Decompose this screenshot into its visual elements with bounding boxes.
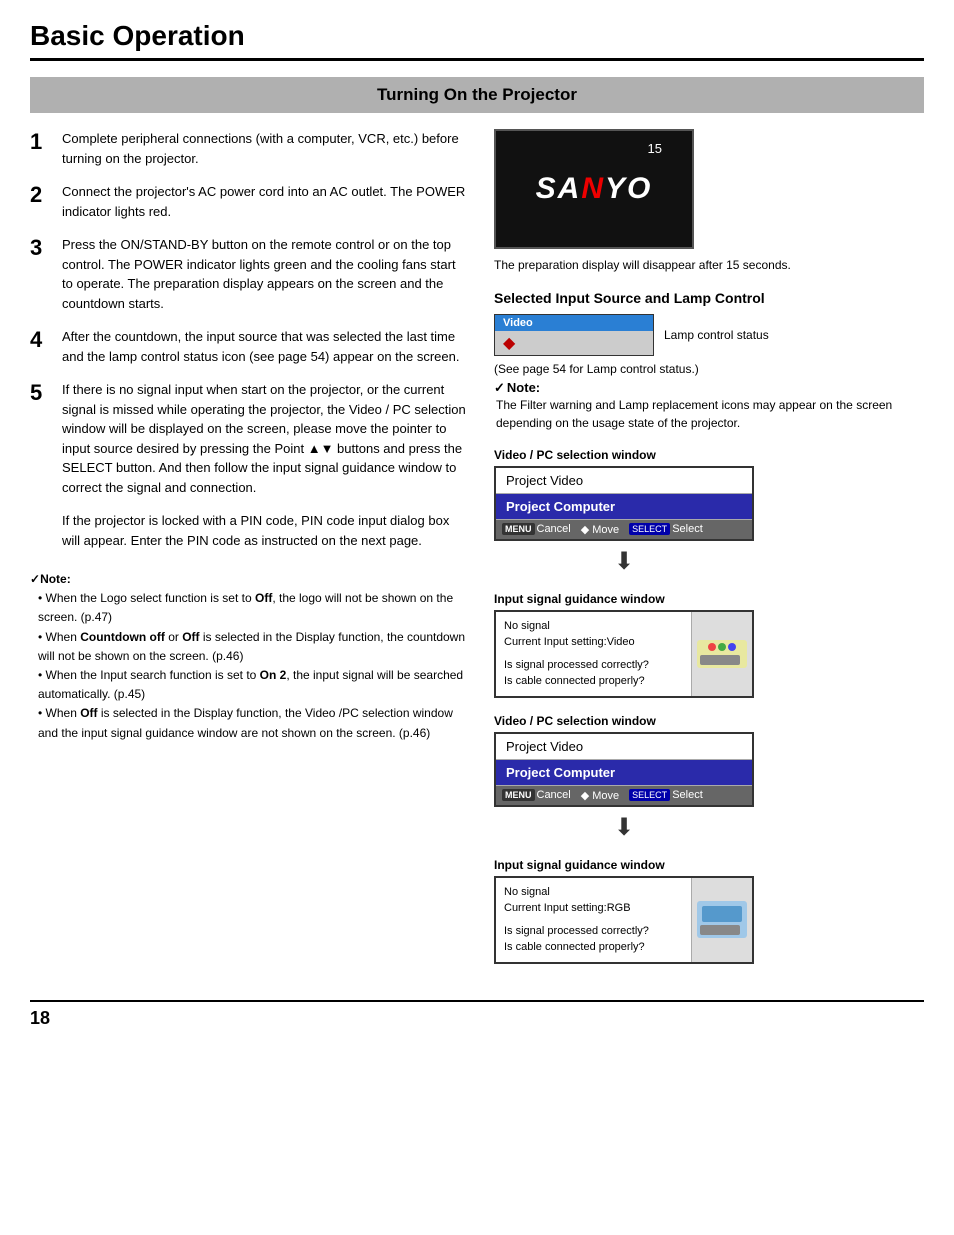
step-num-3: 3	[30, 235, 52, 261]
select-btn-2[interactable]: SELECTSelect	[629, 789, 703, 801]
sel-row-computer-1[interactable]: Project Computer	[496, 494, 752, 520]
step-num-2: 2	[30, 182, 52, 208]
selected-input-title: Selected Input Source and Lamp Control	[494, 290, 924, 306]
down-arrow-1: ⬇	[494, 547, 754, 576]
signal-line1-1: No signal	[504, 618, 683, 635]
down-arrow-2: ⬇	[494, 813, 754, 842]
lamp-control-box: Video ◆ Lamp control status	[494, 314, 924, 356]
vpc-section-1: Video / PC selection window Project Vide…	[494, 448, 924, 576]
select-btn-1[interactable]: SELECTSelect	[629, 523, 703, 535]
move-btn-2[interactable]: ◆ Move	[581, 789, 619, 802]
step-3: 3 Press the ON/STAND-BY button on the re…	[30, 235, 470, 313]
page-title: Basic Operation	[30, 20, 924, 61]
lamp-label: Lamp control status	[664, 328, 769, 342]
cancel-btn-2[interactable]: MENUCancel	[502, 789, 571, 801]
right-column: 15 SANYO The preparation display will di…	[494, 129, 924, 980]
step-text-1: Complete peripheral connections (with a …	[62, 129, 470, 168]
connector-icon-1	[697, 640, 747, 668]
step-text-5: If there is no signal input when start o…	[62, 380, 470, 497]
step-text-3: Press the ON/STAND-BY button on the remo…	[62, 235, 470, 313]
signal-label-2: Input signal guidance window	[494, 858, 924, 872]
step-num-4: 4	[30, 327, 52, 353]
left-column: 1 Complete peripheral connections (with …	[30, 129, 470, 980]
signal-label-1: Input signal guidance window	[494, 592, 924, 606]
page-number: 18	[30, 1000, 924, 1029]
note1-text: The Filter warning and Lamp replacement …	[496, 396, 924, 432]
guidance-left-2: No signal Current Input setting:RGB Is s…	[496, 878, 692, 962]
signal-line3-1: Is signal processed correctly?	[504, 657, 683, 674]
note-item-2: • When Countdown off or Off is selected …	[38, 628, 470, 666]
step-text-4: After the countdown, the input source th…	[62, 327, 470, 366]
menu-badge-1: MENU	[502, 523, 535, 535]
signal-line2-1: Current Input setting:Video	[504, 634, 683, 651]
sanyo-countdown: 15	[648, 141, 662, 156]
bottom-note-title: ✓Note:	[30, 570, 470, 589]
step-5: 5 If there is no signal input when start…	[30, 380, 470, 497]
signal-line3-2: Is signal processed correctly?	[504, 923, 683, 940]
step-num-1: 1	[30, 129, 52, 155]
connector-icon-2	[697, 901, 747, 938]
sanyo-display-section: 15 SANYO The preparation display will di…	[494, 129, 924, 274]
step-4: 4 After the countdown, the input source …	[30, 327, 470, 366]
video-label: Video	[495, 315, 653, 331]
step-1: 1 Complete peripheral connections (with …	[30, 129, 470, 168]
sanyo-caption: The preparation display will disappear a…	[494, 257, 924, 274]
guidance-right-1	[692, 612, 752, 696]
sel-row-video-1[interactable]: Project Video	[496, 468, 752, 494]
guidance-right-2	[692, 878, 752, 962]
note-item-1: • When the Logo select function is set t…	[38, 589, 470, 627]
sel-toolbar-1: MENUCancel ◆ Move SELECTSelect	[496, 520, 752, 539]
note-item-4: • When Off is selected in the Display fu…	[38, 704, 470, 742]
sel-row-video-2[interactable]: Project Video	[496, 734, 752, 760]
sanyo-logo: SANYO	[536, 172, 653, 206]
note-item-3: • When the Input search function is set …	[38, 666, 470, 704]
guidance-left-1: No signal Current Input setting:Video Is…	[496, 612, 692, 696]
vpc-label-2: Video / PC selection window	[494, 714, 924, 728]
sanyo-display: 15 SANYO	[494, 129, 694, 249]
cancel-btn-1[interactable]: MENUCancel	[502, 523, 571, 535]
section-header: Turning On the Projector	[30, 77, 924, 113]
lamp-note: (See page 54 for Lamp control status.)	[494, 362, 924, 376]
signal-section-1: Input signal guidance window No signal C…	[494, 592, 924, 698]
move-btn-1[interactable]: ◆ Move	[581, 523, 619, 536]
select-badge-1: SELECT	[629, 523, 670, 535]
step-2: 2 Connect the projector's AC power cord …	[30, 182, 470, 221]
signal-line2-2: Current Input setting:RGB	[504, 900, 683, 917]
vpc-label-1: Video / PC selection window	[494, 448, 924, 462]
selected-input-section: Selected Input Source and Lamp Control V…	[494, 290, 924, 432]
sel-toolbar-2: MENUCancel ◆ Move SELECTSelect	[496, 786, 752, 805]
signal-line4-2: Is cable connected properly?	[504, 939, 683, 956]
signal-line1-2: No signal	[504, 884, 683, 901]
selection-window-1: Project Video Project Computer MENUCance…	[494, 466, 754, 541]
step-text-2: Connect the projector's AC power cord in…	[62, 182, 470, 221]
sel-row-computer-2[interactable]: Project Computer	[496, 760, 752, 786]
note1-title: Note:	[494, 380, 924, 396]
signal-section-2: Input signal guidance window No signal C…	[494, 858, 924, 964]
step-num-5: 5	[30, 380, 52, 406]
lamp-arrow-icon: ◆	[503, 333, 515, 353]
select-badge-2: SELECT	[629, 789, 670, 801]
bottom-notes: ✓Note: • When the Logo select function i…	[30, 570, 470, 743]
note1-section: Note: The Filter warning and Lamp replac…	[494, 380, 924, 432]
guidance-window-2: No signal Current Input setting:RGB Is s…	[494, 876, 754, 964]
lamp-row: ◆	[495, 331, 653, 355]
step-extra: If the projector is locked with a PIN co…	[62, 511, 470, 550]
selection-window-2: Project Video Project Computer MENUCance…	[494, 732, 754, 807]
signal-line4-1: Is cable connected properly?	[504, 673, 683, 690]
note-check-icon: ✓	[30, 572, 40, 586]
guidance-window-1: No signal Current Input setting:Video Is…	[494, 610, 754, 698]
menu-badge-2: MENU	[502, 789, 535, 801]
vpc-section-2: Video / PC selection window Project Vide…	[494, 714, 924, 842]
